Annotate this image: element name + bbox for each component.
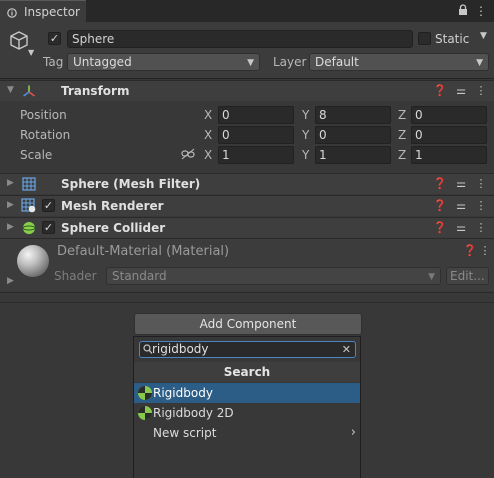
list-item-label: New script bbox=[153, 426, 217, 440]
rotation-z-field[interactable]: 0 bbox=[411, 126, 487, 144]
transform-header[interactable]: ▼ Transform ❓ ⚌ ⋮ bbox=[0, 80, 494, 101]
position-label: Position bbox=[20, 108, 67, 122]
mesh-renderer-enabled-checkbox[interactable]: ✓ bbox=[42, 199, 55, 212]
position-x-field[interactable]: 0 bbox=[218, 106, 294, 124]
fold-open-icon[interactable]: ▼ bbox=[7, 85, 14, 95]
rotation-y-field[interactable]: 0 bbox=[315, 126, 391, 144]
rigidbody-2d-icon bbox=[138, 406, 152, 420]
popup-header: Search bbox=[134, 362, 360, 382]
kebab-menu-icon[interactable]: ⋮ bbox=[474, 4, 488, 18]
sphere-collider-icon bbox=[22, 221, 36, 235]
sphere-collider-enabled-checkbox[interactable]: ✓ bbox=[42, 221, 55, 234]
mesh-renderer-icon bbox=[21, 198, 36, 213]
rigidbody-icon bbox=[138, 386, 152, 400]
axis-z-label: Z bbox=[398, 128, 407, 142]
scale-y-field[interactable]: 1 bbox=[315, 146, 391, 164]
material-title: Default-Material (Material) bbox=[57, 244, 230, 259]
rotation-label: Rotation bbox=[20, 128, 71, 142]
mesh-filter-title: Sphere (Mesh Filter) bbox=[61, 177, 201, 191]
active-checkbox[interactable]: ✓ bbox=[48, 32, 61, 45]
chevron-down-icon: ▼ bbox=[476, 58, 483, 68]
scale-label: Scale bbox=[20, 148, 53, 162]
shader-dropdown[interactable]: Standard ▼ bbox=[106, 267, 441, 285]
tab-inspector[interactable]: Inspector bbox=[0, 0, 86, 22]
static-checkbox[interactable] bbox=[418, 32, 431, 45]
transform-icon bbox=[22, 84, 36, 98]
kebab-menu-icon[interactable]: ⋮ bbox=[474, 221, 488, 235]
tag-value: Untagged bbox=[73, 55, 132, 69]
shader-label: Shader bbox=[54, 269, 97, 283]
list-item-label: Rigidbody bbox=[153, 386, 213, 400]
lock-icon[interactable] bbox=[456, 4, 470, 18]
kebab-menu-icon[interactable]: ⋮ bbox=[474, 199, 488, 213]
chevron-down-icon: ▼ bbox=[247, 58, 254, 68]
mesh-renderer-header[interactable]: ▶ ✓ Mesh Renderer ❓ ⚌ ⋮ bbox=[0, 195, 494, 216]
kebab-menu-icon[interactable]: ⋮ bbox=[474, 177, 488, 191]
static-label: Static bbox=[435, 32, 470, 46]
tab-label: Inspector bbox=[24, 5, 80, 19]
object-name-field[interactable]: Sphere bbox=[67, 30, 413, 48]
chevron-right-icon: › bbox=[350, 425, 356, 440]
axis-y-label: Y bbox=[302, 148, 310, 162]
clear-search-icon[interactable]: ✕ bbox=[342, 342, 351, 357]
axis-z-label: Z bbox=[398, 148, 407, 162]
list-item-new-script[interactable]: New script › bbox=[134, 423, 360, 443]
icon-dropdown-arrow[interactable]: ▼ bbox=[28, 48, 34, 57]
help-icon[interactable]: ❓ bbox=[433, 177, 447, 191]
shader-value: Standard bbox=[112, 269, 167, 283]
sphere-collider-header[interactable]: ▶ ✓ Sphere Collider ❓ ⚌ ⋮ bbox=[0, 217, 494, 238]
axis-z-label: Z bbox=[398, 108, 407, 122]
mesh-grid-icon bbox=[22, 177, 36, 191]
unlinked-scale-icon[interactable] bbox=[181, 148, 195, 160]
static-dropdown-arrow[interactable]: ▼ bbox=[480, 31, 487, 41]
presets-icon[interactable]: ⚌ bbox=[454, 84, 468, 98]
sphere-collider-title: Sphere Collider bbox=[61, 221, 166, 235]
tag-dropdown[interactable]: Untagged ▼ bbox=[67, 53, 260, 71]
help-icon[interactable]: ❓ bbox=[433, 84, 447, 98]
divider bbox=[0, 292, 494, 293]
presets-icon[interactable]: ⚌ bbox=[454, 221, 468, 235]
list-item-label: Rigidbody 2D bbox=[153, 406, 234, 420]
layer-dropdown[interactable]: Default ▼ bbox=[309, 53, 489, 71]
presets-icon[interactable]: ⚌ bbox=[454, 177, 468, 191]
axis-y-label: Y bbox=[302, 108, 310, 122]
edit-shader-button[interactable]: Edit... bbox=[446, 267, 489, 285]
fold-closed-icon[interactable]: ▶ bbox=[7, 178, 14, 188]
mesh-filter-header[interactable]: ▶ Sphere (Mesh Filter) ❓ ⚌ ⋮ bbox=[0, 173, 494, 194]
help-icon[interactable]: ❓ bbox=[463, 244, 477, 258]
rotation-x-field[interactable]: 0 bbox=[218, 126, 294, 144]
layer-label: Layer bbox=[273, 55, 307, 69]
transform-title: Transform bbox=[61, 84, 130, 98]
axis-x-label: X bbox=[204, 148, 213, 162]
help-icon[interactable]: ❓ bbox=[433, 221, 447, 235]
kebab-menu-icon[interactable]: ⋮ bbox=[478, 244, 492, 258]
scale-x-field[interactable]: 1 bbox=[218, 146, 294, 164]
presets-icon[interactable]: ⚌ bbox=[454, 199, 468, 213]
help-icon[interactable]: ❓ bbox=[433, 199, 447, 213]
kebab-menu-icon[interactable]: ⋮ bbox=[474, 84, 488, 98]
layer-value: Default bbox=[315, 55, 359, 69]
axis-x-label: X bbox=[204, 108, 213, 122]
fold-closed-icon[interactable]: ▶ bbox=[7, 276, 14, 286]
material-preview-sphere bbox=[17, 245, 49, 277]
list-item-rigidbody[interactable]: Rigidbody bbox=[134, 383, 360, 403]
divider bbox=[0, 302, 494, 303]
chevron-down-icon: ▼ bbox=[428, 272, 435, 282]
position-z-field[interactable]: 0 bbox=[411, 106, 487, 124]
axis-y-label: Y bbox=[302, 128, 310, 142]
fold-closed-icon[interactable]: ▶ bbox=[7, 200, 14, 210]
fold-closed-icon[interactable]: ▶ bbox=[7, 222, 14, 232]
position-y-field[interactable]: 8 bbox=[315, 106, 391, 124]
scale-z-field[interactable]: 1 bbox=[411, 146, 487, 164]
mesh-renderer-title: Mesh Renderer bbox=[61, 199, 164, 213]
search-query: rigidbody bbox=[152, 342, 209, 356]
list-item-rigidbody-2d[interactable]: Rigidbody 2D bbox=[134, 403, 360, 423]
add-component-button[interactable]: Add Component bbox=[134, 313, 362, 335]
axis-x-label: X bbox=[204, 128, 213, 142]
cube-icon bbox=[8, 30, 30, 52]
component-search-input[interactable]: rigidbody ✕ bbox=[139, 341, 356, 358]
info-icon bbox=[7, 7, 17, 18]
tag-label: Tag bbox=[43, 55, 64, 69]
